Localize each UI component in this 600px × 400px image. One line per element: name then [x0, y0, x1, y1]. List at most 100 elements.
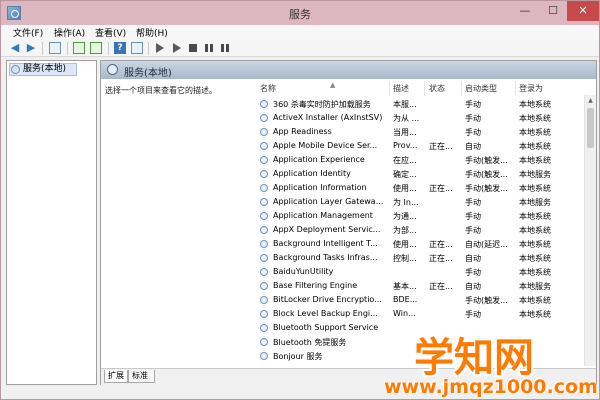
service-name: App Readiness [273, 127, 332, 136]
service-status: 正在... [429, 282, 453, 291]
service-description: 为从 ... [393, 114, 420, 123]
restart-service-icon[interactable] [221, 44, 229, 52]
service-name: Application Identity [273, 169, 351, 178]
service-logon-as: 本地系统 [519, 156, 551, 165]
menu-help[interactable]: 帮助(H) [136, 26, 168, 39]
service-row[interactable]: 360 杀毒实时防护加载服务 本服... 手动 本地系统 [253, 97, 582, 111]
column-header-label: 名称 [260, 84, 276, 93]
help-icon[interactable]: ? [114, 42, 126, 54]
pause-service-icon[interactable] [205, 44, 213, 52]
service-logon-as: 本地服务 [519, 198, 551, 207]
service-name: BranchCache [273, 365, 387, 366]
export-list-icon[interactable] [90, 42, 102, 54]
service-description: 使用... [393, 240, 417, 249]
gear-icon [260, 254, 268, 262]
column-divider[interactable] [389, 81, 390, 96]
toolbar-separator [42, 42, 43, 55]
column-header-description[interactable]: 描述 [393, 83, 409, 94]
start-service-icon[interactable] [156, 43, 164, 53]
column-header-name[interactable]: 名称 ▲ [260, 81, 335, 94]
menu-file[interactable]: 文件(F) [13, 26, 43, 39]
service-logon-as: 本地系统 [519, 226, 551, 235]
service-name: AppX Deployment Servic... [273, 225, 381, 234]
service-row[interactable]: Base Filtering Engine 基本... 正在... 自动 本地服务 [253, 279, 582, 293]
column-header-logon-as[interactable]: 登录为 [519, 83, 543, 94]
service-startup-type: 自动 [465, 142, 481, 151]
column-divider[interactable] [424, 81, 425, 96]
service-name: Block Level Backup Engi... [273, 309, 378, 318]
service-row[interactable]: Background Tasks Infras... 控制... 正在... 自动 本地… [253, 251, 582, 265]
service-name: Application Layer Gatewa... [273, 197, 384, 206]
column-divider[interactable] [515, 81, 516, 96]
service-logon-as: 本地系统 [519, 142, 551, 151]
content-header: 服务(本地) [101, 61, 596, 79]
service-startup-type: 手动 [465, 114, 481, 123]
column-header-status[interactable]: 状态 [429, 83, 445, 94]
forward-arrow-icon[interactable]: ▶ [25, 42, 37, 54]
minimize-button[interactable]: — [511, 1, 539, 21]
scrollbar-thumb[interactable] [587, 108, 594, 148]
close-button[interactable]: ✕ [567, 1, 599, 21]
menu-action[interactable]: 操作(A) [54, 26, 85, 39]
toolbar: ◀ ▶ ? [1, 40, 599, 57]
menu-bar: 文件(F) 操作(A) 查看(V) 帮助(H) [1, 25, 599, 40]
service-logon-as: 本地系统 [519, 212, 551, 221]
watermark-logo: 学知网 [414, 335, 534, 381]
gear-icon [260, 198, 268, 206]
service-startup-type: 自动 [465, 254, 481, 263]
tab-standard[interactable]: 标准 [128, 370, 155, 383]
tab-extended[interactable]: 扩展 [104, 370, 128, 383]
toolbar-separator [148, 42, 149, 55]
watermark-url: www.jmqz1000.com [384, 376, 598, 398]
back-arrow-icon[interactable]: ◀ [9, 42, 21, 54]
service-row[interactable]: BaiduYunUtility 手动 本地系统 [253, 265, 582, 279]
service-row[interactable]: Application Information 使用... 正在... 手动(触发..… [253, 181, 582, 195]
service-row[interactable]: ActiveX Installer (AxInstSV) 为从 ... 手动 本地系统 [253, 111, 582, 125]
gear-icon [260, 170, 268, 178]
gear-icon [260, 310, 268, 318]
vertical-scrollbar[interactable]: ▲ [584, 95, 596, 366]
refresh-icon[interactable] [73, 42, 85, 54]
service-row[interactable]: App Readiness 当用... 手动 本地系统 [253, 125, 582, 139]
service-startup-type: 自动 [465, 282, 481, 291]
service-description: 本服... [393, 100, 417, 109]
service-description: BDE... [393, 295, 418, 304]
service-name: Bluetooth 免提服务 [273, 338, 347, 347]
tree-item-services-local[interactable]: 服务(本地) [9, 63, 77, 76]
service-row[interactable]: Application Experience 在应... 手动(触发... 本地系统 [253, 153, 582, 167]
service-logon-as: 本地系统 [519, 254, 551, 263]
start-service-alt-icon[interactable] [173, 43, 181, 53]
gear-icon [260, 100, 268, 108]
service-logon-as: 本地系统 [519, 296, 551, 305]
service-logon-as: 本地系统 [519, 310, 551, 319]
service-row[interactable]: AppX Deployment Servic... 为部... 手动 本地系统 [253, 223, 582, 237]
stop-service-icon[interactable] [189, 44, 197, 52]
service-row[interactable]: Apple Mobile Device Ser... Prov... 正在... 自动… [253, 139, 582, 153]
service-row[interactable]: BitLocker Drive Encryptio... BDE... 手动(触发.… [253, 293, 582, 307]
service-row[interactable]: Application Management 为通... 手动 本地系统 [253, 209, 582, 223]
scroll-up-icon[interactable]: ▲ [585, 95, 596, 106]
menu-view[interactable]: 查看(V) [95, 26, 126, 39]
column-divider[interactable] [461, 81, 462, 96]
service-name: Bonjour 服务 [273, 352, 323, 361]
properties-icon[interactable] [131, 42, 143, 54]
service-startup-type: 手动 [465, 226, 481, 235]
service-row[interactable]: Application Layer Gatewa... 为 In... 手动 本地服务 [253, 195, 582, 209]
service-row[interactable]: Background Intelligent T... 使用... 正在... 自动(… [253, 237, 582, 251]
maximize-button[interactable]: ☐ [539, 1, 567, 21]
service-startup-type: 手动 [465, 212, 481, 221]
title-bar[interactable]: 服务 — ☐ ✕ [1, 1, 599, 25]
toolbar-separator [108, 42, 109, 55]
service-status: 正在... [429, 184, 453, 193]
gear-icon [260, 282, 268, 290]
show-hide-console-tree-icon[interactable] [49, 42, 61, 54]
service-description: 控制... [393, 254, 417, 263]
service-row[interactable]: Block Level Backup Engi... Win... 手动 本地系统 [253, 307, 582, 321]
service-description: 为 In... [393, 198, 419, 207]
service-name: Application Experience [273, 155, 365, 164]
gear-icon [260, 352, 268, 360]
service-startup-type: 手动(触发... [465, 184, 508, 193]
gear-icon [260, 184, 268, 192]
column-header-startup-type[interactable]: 启动类型 [465, 83, 497, 94]
service-row[interactable]: Application Identity 确定... 手动(触发... 本地服务 [253, 167, 582, 181]
